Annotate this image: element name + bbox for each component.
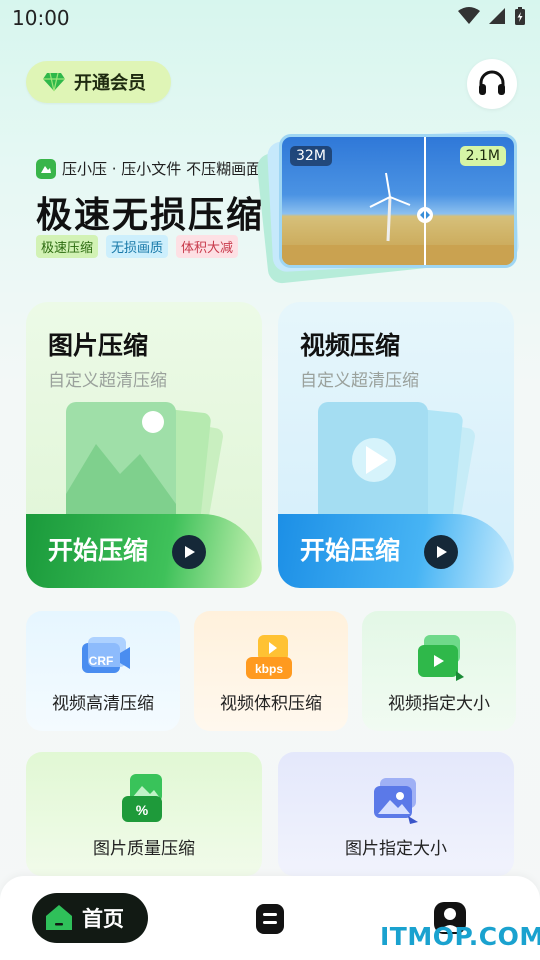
hero-tags: 极速压缩 无损画质 体积大减 bbox=[36, 235, 239, 258]
tool-video-hd-compress[interactable]: CRF 视频高清压缩 bbox=[26, 611, 180, 731]
status-icons bbox=[458, 6, 526, 26]
video-start-button[interactable] bbox=[424, 535, 458, 569]
tag-lossless: 无损画质 bbox=[106, 235, 169, 258]
image-card-title: 图片压缩 bbox=[48, 331, 149, 360]
tag-smaller: 体积大减 bbox=[176, 235, 239, 258]
crf-video-icon: CRF bbox=[82, 637, 130, 673]
tool-image-target-size[interactable]: 图片指定大小 bbox=[278, 752, 514, 876]
tool-video-size-compress[interactable]: kbps 视频体积压缩 bbox=[194, 611, 348, 731]
files-tab-icon[interactable] bbox=[254, 902, 286, 936]
kbps-badge: kbps bbox=[255, 662, 283, 676]
home-icon bbox=[46, 905, 72, 930]
watermark-text: ITMOP.COM bbox=[380, 922, 540, 951]
nav-home-label: 首页 bbox=[82, 907, 124, 931]
tool-label: 图片质量压缩 bbox=[93, 839, 195, 859]
play-icon bbox=[437, 546, 447, 558]
compare-divider bbox=[424, 137, 426, 265]
image-start-label: 开始压缩 bbox=[48, 536, 149, 565]
status-time: 10:00 bbox=[12, 6, 70, 30]
tool-label: 视频高清压缩 bbox=[52, 694, 154, 714]
brand-slogan: 压小压 · 压小文件 不压糊画面 bbox=[62, 160, 262, 178]
compressed-size-badge: 2.1M bbox=[459, 146, 506, 166]
status-bar: 10:00 bbox=[0, 0, 540, 36]
video-stack-icon bbox=[318, 402, 475, 524]
video-card-subtitle: 自定义超清压缩 bbox=[300, 371, 419, 391]
image-quality-icon: % bbox=[122, 774, 162, 822]
compare-handle bbox=[417, 207, 433, 223]
hero-headline: 极速无损压缩 bbox=[36, 195, 265, 236]
nav-home-tab[interactable]: 首页 bbox=[32, 893, 148, 943]
photo-stack-icon bbox=[66, 402, 223, 524]
image-start-button[interactable] bbox=[172, 535, 206, 569]
headset-icon bbox=[479, 70, 505, 95]
tool-label: 视频体积压缩 bbox=[220, 694, 322, 714]
battery-icon bbox=[515, 7, 525, 25]
compare-image: 32M 2.1M bbox=[279, 134, 517, 268]
play-icon bbox=[185, 546, 195, 558]
percent-badge: % bbox=[136, 802, 149, 818]
tool-video-target-size[interactable]: 视频指定大小 bbox=[362, 611, 516, 731]
image-card-subtitle: 自定义超清压缩 bbox=[48, 371, 167, 391]
wifi-icon bbox=[458, 7, 480, 24]
customer-service-button[interactable] bbox=[467, 59, 517, 109]
app-logo-icon bbox=[36, 158, 56, 179]
vip-label: 开通会员 bbox=[74, 73, 146, 94]
tool-image-quality-compress[interactable]: % 图片质量压缩 bbox=[26, 752, 262, 876]
video-size-icon bbox=[418, 635, 464, 681]
original-size-badge: 32M bbox=[290, 146, 332, 166]
tool-label: 视频指定大小 bbox=[388, 694, 490, 714]
tag-fast: 极速压缩 bbox=[36, 235, 99, 258]
video-compress-card[interactable]: 视频压缩 自定义超清压缩 开始压缩 bbox=[278, 302, 514, 588]
signal-icon bbox=[489, 8, 505, 24]
brand-line: 压小压 · 压小文件 不压糊画面 bbox=[36, 158, 261, 179]
video-start-label: 开始压缩 bbox=[300, 536, 401, 565]
vip-button[interactable]: 开通会员 bbox=[26, 61, 171, 103]
video-card-title: 视频压缩 bbox=[300, 331, 401, 360]
diamond-icon bbox=[43, 72, 65, 92]
image-compress-card[interactable]: 图片压缩 自定义超清压缩 开始压缩 bbox=[26, 302, 262, 588]
tool-label: 图片指定大小 bbox=[345, 839, 447, 859]
kbps-video-icon: kbps bbox=[246, 635, 292, 679]
crf-badge: CRF bbox=[89, 654, 114, 668]
image-size-icon bbox=[374, 778, 418, 824]
